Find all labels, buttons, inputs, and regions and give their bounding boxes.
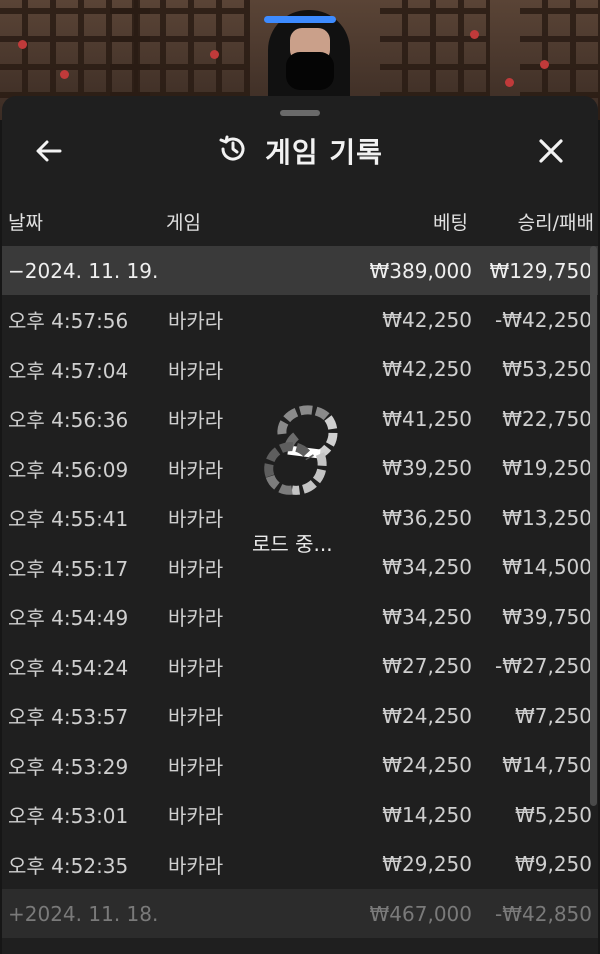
row-time: 오후 4:54:24 [8, 655, 129, 680]
row-result: ₩5,250 [514, 802, 592, 827]
close-button[interactable] [526, 126, 576, 176]
row-bet: ₩24,250 [382, 753, 472, 778]
column-date: 날짜 [8, 212, 43, 234]
blossom [18, 40, 27, 49]
page-title: 게임 기록 [265, 136, 383, 169]
row-result: ₩39,750 [502, 604, 592, 629]
row-time: 오후 4:57:56 [8, 309, 129, 334]
game-history-sheet: 게임 기록 날짜 게임 베팅 승리/패배 −2024. 11. 19. ₩389… [2, 96, 598, 954]
row-time: 오후 4:57:04 [8, 358, 129, 383]
row-result: -₩42,250 [495, 307, 592, 332]
blossom [470, 30, 479, 39]
row-time: 오후 4:56:09 [8, 457, 129, 482]
row-result: ₩53,250 [502, 357, 592, 382]
day-date: +2024. 11. 18. [8, 901, 159, 926]
row-game: 바카라 [168, 309, 224, 334]
row-bet: ₩36,250 [382, 505, 472, 530]
row-bet: ₩42,250 [382, 307, 472, 332]
dealer-mask [286, 52, 334, 90]
table-row[interactable]: 오후 4:53:57 바카라 ₩24,250 ₩7,250 [2, 691, 598, 741]
row-game: 바카라 [168, 853, 224, 878]
blossom [210, 50, 219, 59]
row-game: 바카라 [168, 556, 224, 581]
row-time: 오후 4:53:01 [8, 804, 129, 829]
row-bet: ₩39,250 [382, 456, 472, 481]
blossom [505, 78, 514, 87]
row-bet: ₩14,250 [382, 802, 472, 827]
history-list: −2024. 11. 19. ₩389,000 ₩129,750 오후 4:57… [2, 246, 598, 938]
row-time: 오후 4:54:49 [8, 606, 129, 631]
row-bet: ₩42,250 [382, 357, 472, 382]
day-date: −2024. 11. 19. [8, 258, 159, 283]
sheet-header: 게임 기록 [2, 126, 598, 176]
row-result: ₩19,250 [502, 456, 592, 481]
row-game: 바카라 [168, 507, 224, 532]
day-group-header[interactable]: +2024. 11. 18. ₩467,000 -₩42,850 [2, 889, 598, 938]
column-header: 날짜 게임 베팅 승리/패배 [2, 208, 598, 244]
row-result: -₩27,250 [495, 654, 592, 679]
row-game: 바카라 [168, 408, 224, 433]
row-game: 바카라 [168, 457, 224, 482]
row-bet: ₩29,250 [382, 852, 472, 877]
row-game: 바카라 [168, 655, 224, 680]
row-time: 오후 4:52:35 [8, 853, 129, 878]
column-game: 게임 [166, 212, 201, 234]
row-time: 오후 4:55:17 [8, 556, 129, 581]
blossom [60, 70, 69, 79]
table-row[interactable]: 오후 4:52:35 바카라 ₩29,250 ₩9,250 [2, 840, 598, 890]
column-bet: 베팅 [433, 212, 468, 234]
history-icon [217, 133, 249, 169]
blossom [540, 60, 549, 69]
loading-text: 로드 중... [252, 532, 333, 556]
day-bet-total: ₩389,000 [369, 258, 472, 283]
title-group: 게임 기록 [2, 126, 598, 176]
row-bet: ₩34,250 [382, 604, 472, 629]
table-row[interactable]: 오후 4:54:24 바카라 ₩27,250 -₩27,250 [2, 642, 598, 692]
table-row[interactable]: 오후 4:53:01 바카라 ₩14,250 ₩5,250 [2, 790, 598, 840]
table-row[interactable]: 오후 4:53:29 바카라 ₩24,250 ₩14,750 [2, 741, 598, 791]
sheet-drag-handle[interactable] [280, 110, 320, 116]
spinner-logo-icon [264, 405, 338, 495]
top-indicator [264, 16, 336, 23]
row-game: 바카라 [168, 606, 224, 631]
table-row[interactable]: 오후 4:57:56 바카라 ₩42,250 -₩42,250 [2, 295, 598, 345]
row-time: 오후 4:53:57 [8, 705, 129, 730]
row-time: 오후 4:53:29 [8, 754, 129, 779]
day-bet-total: ₩467,000 [369, 901, 472, 926]
row-result: ₩7,250 [514, 703, 592, 728]
row-result: ₩14,750 [502, 753, 592, 778]
row-time: 오후 4:56:36 [8, 408, 129, 433]
row-game: 바카라 [168, 754, 224, 779]
row-bet: ₩24,250 [382, 703, 472, 728]
row-result: ₩9,250 [514, 852, 592, 877]
row-result: ₩22,750 [502, 406, 592, 431]
row-result: ₩14,500 [502, 555, 592, 580]
table-row[interactable]: 오후 4:57:04 바카라 ₩42,250 ₩53,250 [2, 345, 598, 395]
row-game: 바카라 [168, 804, 224, 829]
row-bet: ₩34,250 [382, 555, 472, 580]
close-icon [539, 139, 563, 163]
table-row[interactable]: 오후 4:54:49 바카라 ₩34,250 ₩39,750 [2, 592, 598, 642]
day-result-total: ₩129,750 [489, 258, 592, 283]
day-result-total: -₩42,850 [495, 901, 592, 926]
scrollbar[interactable] [590, 246, 597, 806]
row-result: ₩13,250 [502, 505, 592, 530]
row-game: 바카라 [168, 358, 224, 383]
column-result: 승리/패배 [517, 212, 594, 234]
row-bet: ₩27,250 [382, 654, 472, 679]
row-bet: ₩41,250 [382, 406, 472, 431]
back-button[interactable] [24, 126, 74, 176]
row-time: 오후 4:55:41 [8, 507, 129, 532]
row-game: 바카라 [168, 705, 224, 730]
arrow-left-icon [36, 140, 62, 162]
day-group-header[interactable]: −2024. 11. 19. ₩389,000 ₩129,750 [2, 246, 598, 295]
